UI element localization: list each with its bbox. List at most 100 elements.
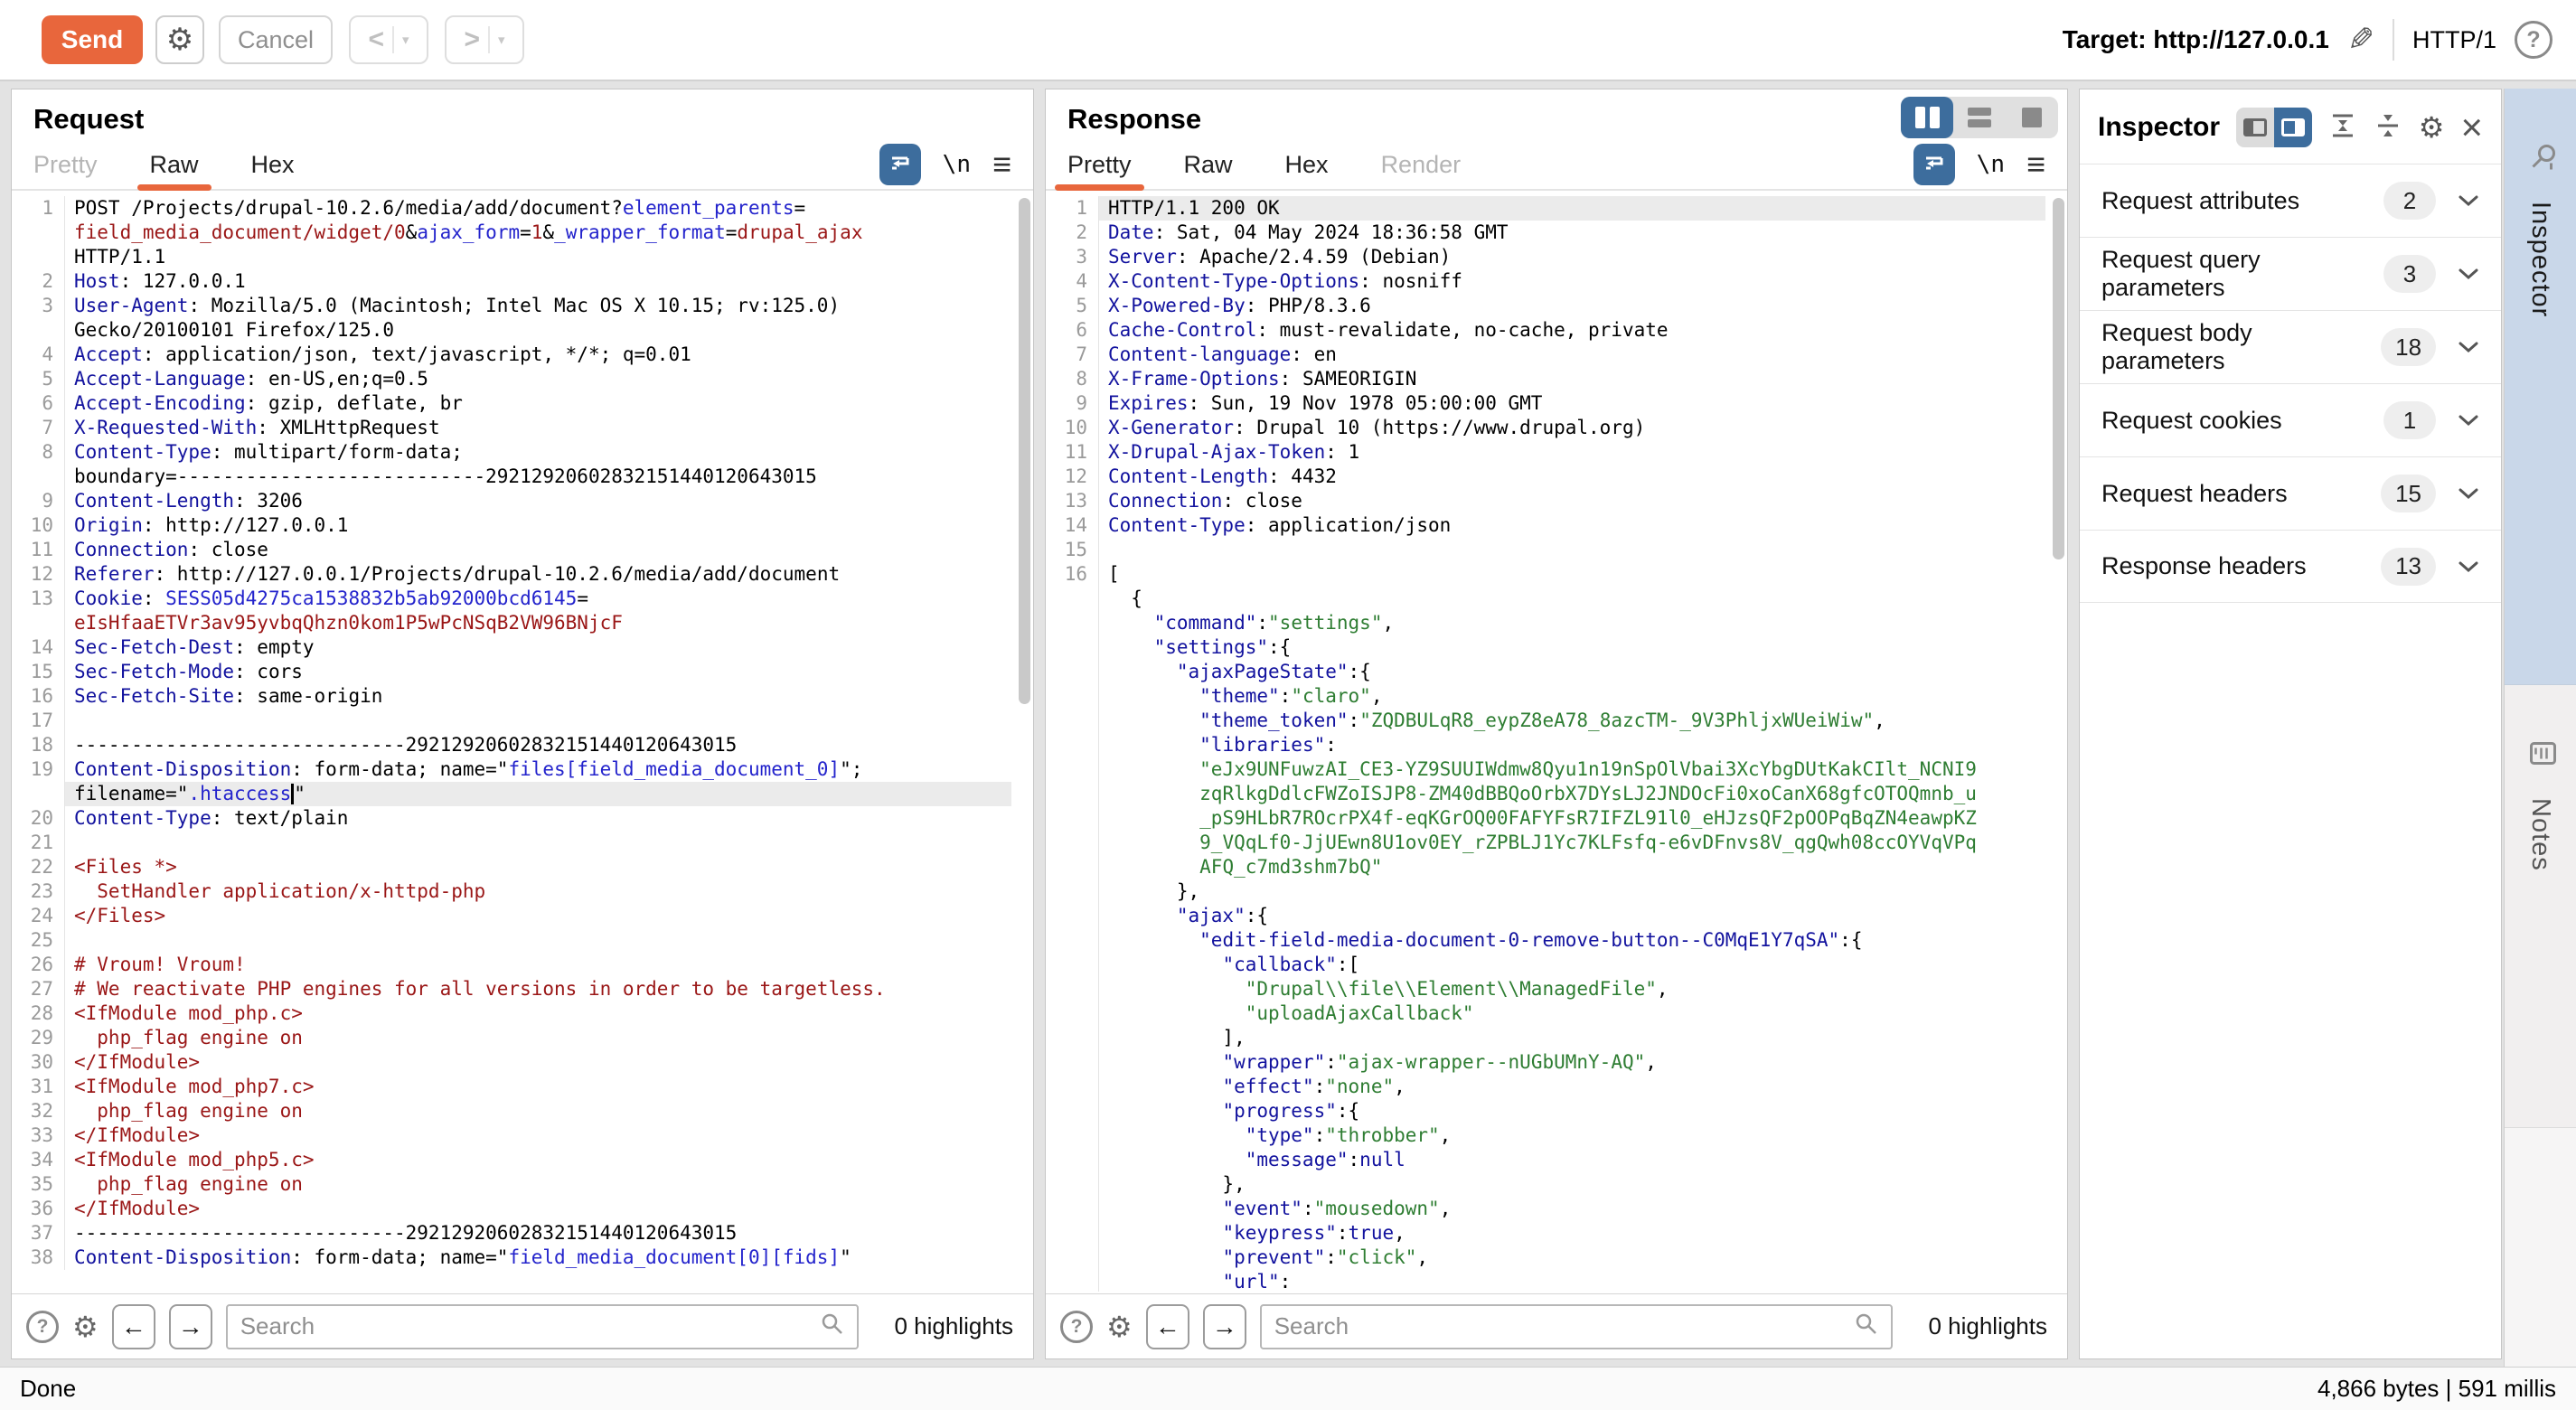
show-newlines-button[interactable]: \n: [1977, 151, 2005, 178]
code-line: 25: [12, 928, 1011, 953]
response-editor-icons: \n ≡: [1913, 144, 2045, 185]
scrollbar-thumb[interactable]: [1019, 198, 1030, 704]
section-label: Request body parameters: [2101, 319, 2381, 375]
inspector-section-request-headers[interactable]: Request headers15: [2080, 456, 2501, 530]
line-number: 14: [12, 635, 64, 660]
line-number: 2: [1046, 221, 1098, 245]
dock-right-button[interactable]: [2274, 108, 2312, 147]
line-number: 26: [12, 953, 64, 977]
send-button[interactable]: Send: [42, 15, 143, 64]
line-number: 10: [12, 513, 64, 538]
send-settings-button[interactable]: ⚙: [155, 15, 204, 64]
response-search-bar: ? ⚙ ← → 0 highlights: [1046, 1293, 2067, 1358]
chevron-down-icon[interactable]: [2458, 414, 2479, 427]
search-box: [226, 1304, 859, 1349]
line-number: 13: [12, 587, 64, 611]
search-prev-button[interactable]: ←: [112, 1304, 155, 1349]
collapse-all-icon[interactable]: [2374, 111, 2402, 145]
layout-rows-button[interactable]: [1953, 97, 2006, 138]
code-line: AFQ_c7md3shm7bQ": [1046, 855, 2045, 879]
forward-history-button[interactable]: > ▾: [445, 15, 524, 64]
sidebar-tab-notes[interactable]: Notes: [2505, 685, 2576, 1128]
line-number: [1046, 587, 1098, 611]
code-line: zqRlkgDdlcFWZoISJP8-ZM40dBBQoOrbX7DYsLJ2…: [1046, 782, 2045, 806]
line-number: 6: [1046, 318, 1098, 343]
line-number: 5: [1046, 294, 1098, 318]
response-scrollbar[interactable]: [2048, 196, 2064, 1292]
inspector-section-request-cookies[interactable]: Request cookies1: [2080, 383, 2501, 456]
cancel-button[interactable]: Cancel: [219, 15, 333, 64]
side-tab-strip: Inspector Notes: [2504, 89, 2576, 1367]
response-search-input[interactable]: [1274, 1312, 1855, 1340]
search-icon: [821, 1312, 844, 1340]
request-search-input[interactable]: [240, 1312, 821, 1340]
dock-left-button[interactable]: [2236, 108, 2274, 147]
inspector-section-response-headers[interactable]: Response headers13: [2080, 530, 2501, 603]
status-text: Done: [20, 1375, 76, 1403]
tab-hex[interactable]: Hex: [251, 140, 295, 189]
close-icon[interactable]: ×: [2460, 108, 2483, 146]
code-line: 16[: [1046, 562, 2045, 587]
code-line: 4Accept: application/json, text/javascri…: [12, 343, 1011, 367]
search-settings-icon[interactable]: ⚙: [1106, 1310, 1133, 1344]
status-bar: Done 4,866 bytes | 591 millis: [0, 1367, 2576, 1410]
editor-menu-icon[interactable]: ≡: [992, 146, 1011, 183]
divider: [488, 26, 490, 53]
line-number: [1046, 855, 1098, 879]
back-history-button[interactable]: < ▾: [349, 15, 428, 64]
line-number: [1046, 635, 1098, 660]
show-newlines-button[interactable]: \n: [943, 151, 971, 178]
help-icon[interactable]: ?: [2515, 21, 2552, 59]
chevron-down-icon[interactable]: [2458, 560, 2479, 573]
search-next-button[interactable]: →: [1203, 1304, 1246, 1349]
chevron-down-icon[interactable]: [2458, 194, 2479, 207]
code-line: "uploadAjaxCallback": [1046, 1001, 2045, 1026]
chevron-down-icon[interactable]: [2458, 341, 2479, 353]
http-version-label[interactable]: HTTP/1: [2412, 26, 2496, 54]
chevron-down-icon[interactable]: [2458, 268, 2479, 280]
chevron-down-icon[interactable]: [2458, 487, 2479, 500]
request-editor[interactable]: 1POST /Projects/drupal-10.2.6/media/add/…: [12, 196, 1011, 1292]
scrollbar-thumb[interactable]: [2053, 198, 2064, 559]
divider: [2393, 19, 2394, 61]
search-help-icon[interactable]: ?: [26, 1311, 59, 1343]
search-icon: [1855, 1312, 1878, 1340]
sidebar-tab-inspector[interactable]: Inspector: [2505, 89, 2576, 685]
search-next-button[interactable]: →: [169, 1304, 212, 1349]
layout-single-button[interactable]: [2006, 97, 2058, 138]
inspector-section-request-attributes[interactable]: Request attributes2: [2080, 164, 2501, 237]
tab-raw[interactable]: Raw: [150, 140, 199, 189]
expand-all-icon[interactable]: [2328, 111, 2357, 145]
edit-target-pencil-icon[interactable]: ✎: [2347, 21, 2374, 59]
code-line: "ajaxPageState":{: [1046, 660, 2045, 684]
line-number: [1046, 782, 1098, 806]
line-number: [1046, 928, 1098, 953]
line-number: 9: [1046, 391, 1098, 416]
target-label: Target: http://127.0.0.1: [2063, 25, 2329, 54]
line-number: 12: [12, 562, 64, 587]
code-line: 3User-Agent: Mozilla/5.0 (Macintosh; Int…: [12, 294, 1011, 318]
line-number: [1046, 806, 1098, 831]
inspector-section-request-query-parameters[interactable]: Request query parameters3: [2080, 237, 2501, 310]
editor-menu-icon[interactable]: ≡: [2026, 146, 2045, 183]
search-prev-button[interactable]: ←: [1146, 1304, 1189, 1349]
inspector-section-request-body-parameters[interactable]: Request body parameters18: [2080, 310, 2501, 383]
tab-raw[interactable]: Raw: [1184, 140, 1233, 189]
response-viewer[interactable]: 1HTTP/1.1 200 OK2Date: Sat, 04 May 2024 …: [1046, 196, 2045, 1292]
layout-columns-button[interactable]: [1901, 97, 1953, 138]
line-number: [1046, 733, 1098, 757]
line-number: 20: [12, 806, 64, 831]
line-number: 16: [12, 684, 64, 709]
request-scrollbar[interactable]: [1014, 196, 1030, 1292]
tab-pretty: Pretty: [33, 140, 98, 189]
rows-icon: [1968, 108, 1991, 127]
line-number: 10: [1046, 416, 1098, 440]
word-wrap-button[interactable]: [1913, 144, 1955, 185]
inspector-settings-icon[interactable]: ⚙: [2419, 110, 2445, 145]
search-help-icon[interactable]: ?: [1060, 1311, 1093, 1343]
line-number: [1046, 1246, 1098, 1270]
word-wrap-button[interactable]: [879, 144, 921, 185]
tab-pretty[interactable]: Pretty: [1067, 140, 1132, 189]
search-settings-icon[interactable]: ⚙: [72, 1310, 99, 1344]
tab-hex[interactable]: Hex: [1285, 140, 1329, 189]
